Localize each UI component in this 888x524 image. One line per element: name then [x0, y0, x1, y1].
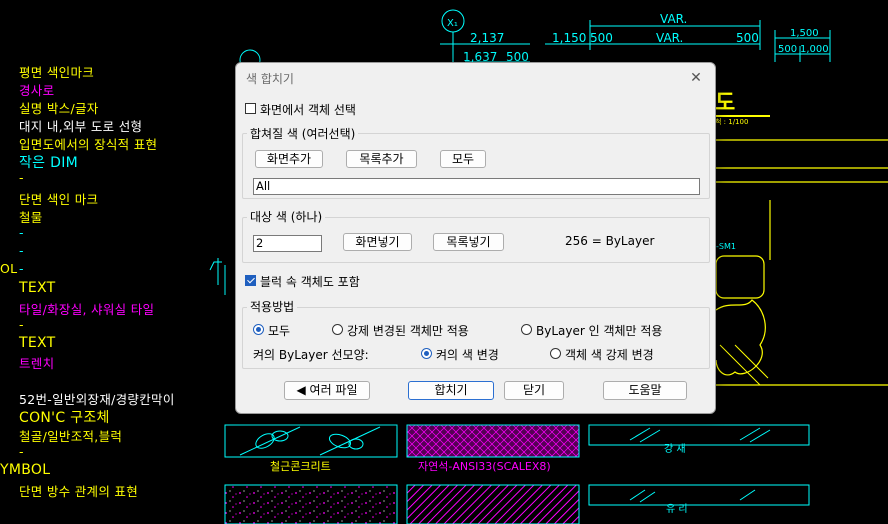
target-color-field[interactable]: 2 [253, 235, 322, 252]
drawing-scale: 척 : 1/100 [715, 118, 748, 126]
apply-all-radio[interactable] [253, 324, 264, 335]
plan-outlines [715, 139, 888, 386]
sm-marker: -SM1 [716, 242, 736, 251]
hatch-label-concrete: 철근콘크리트 [270, 460, 331, 473]
layer-text: 평면 색인마크 [19, 65, 95, 80]
apply-all-label: 모두 [268, 324, 291, 338]
layer-text: 대지 내,외부 도로 선형 [19, 119, 143, 134]
add-from-screen-button[interactable]: 화면추가 [255, 150, 323, 168]
layer-text: 철골/일반조적,블럭 [19, 429, 123, 444]
layer-text: 실명 박스/글자 [19, 101, 99, 116]
layer-text: 철물 [19, 210, 43, 225]
layer-text: - [19, 170, 24, 185]
apply-forced-label: 강제 변경된 객체만 적용 [347, 324, 469, 338]
hatch-label-glass: 유 리 [666, 503, 688, 515]
layer-text-ol: OL [0, 261, 18, 276]
hatch-label-ansi: 자연석-ANSI33(SCALEX8) [418, 460, 551, 473]
close-button[interactable]: 닫기 [504, 381, 564, 400]
dialog-title: 색 합치기 [246, 72, 294, 86]
layer-text-symbol: YMBOL [0, 462, 51, 478]
hatch-samples [224, 424, 810, 524]
hatch-label-steel: 강 재 [664, 443, 686, 455]
layer-text: 단면 방수 관계의 표현 [19, 484, 139, 499]
apply-forced-radio[interactable] [332, 324, 343, 335]
merge-button[interactable]: 합치기 [408, 381, 494, 400]
merge-colors-legend: 합쳐질 색 (여러선택) [247, 125, 359, 142]
include-block-checkbox[interactable] [245, 275, 256, 286]
dim-500b: 500 [590, 31, 613, 45]
apply-bylayer-radio[interactable] [521, 324, 532, 335]
layer-text: TEXT [19, 280, 56, 296]
dim-1000: 1,000 [800, 44, 829, 55]
apply-method-legend: 적용방법 [247, 298, 298, 315]
merge-colors-dialog: 색 합치기 ✕ 화면에서 객체 선택 합쳐질 색 (여러선택) 화면추가 목록추… [235, 62, 716, 414]
put-from-screen-button[interactable]: 화면넣기 [343, 233, 412, 251]
dim-500c: 500 [736, 31, 759, 45]
layer-text: 52번-일반외장재/경량칸막이 [19, 392, 175, 407]
layer-color-label: 켜의 색 변경 [436, 348, 499, 362]
target-color-legend: 대상 색 (하나) [247, 208, 326, 225]
layer-text: 입면도에서의 장식적 표현 [19, 137, 158, 152]
layer-text: - [19, 444, 24, 459]
dim-var1: VAR. [660, 12, 687, 26]
layer-color-radio[interactable] [421, 348, 432, 359]
drawing-title-glyph: 도 [715, 91, 735, 116]
layer-text: 단면 색인 마크 [19, 192, 99, 207]
dim-500d: 500 [778, 44, 797, 55]
layer-text: - [19, 243, 24, 258]
layer-text: 타일/화장실, 샤워실 타일 [19, 302, 155, 317]
bylayer-info: 256 = ByLayer [565, 234, 655, 248]
layer-text: - [19, 317, 24, 332]
layer-text: - [19, 225, 24, 240]
merge-colors-field[interactable]: All [253, 178, 700, 195]
layer-text: TEXT [19, 335, 56, 351]
add-from-list-button[interactable]: 목록추가 [346, 150, 417, 168]
grid-marker-x1: X₁ [447, 18, 458, 29]
include-block-label: 블럭 속 객체도 포함 [260, 275, 360, 289]
put-from-list-button[interactable]: 목록넣기 [433, 233, 504, 251]
force-object-color-radio[interactable] [550, 348, 561, 359]
help-button[interactable]: 도움말 [603, 381, 687, 400]
layer-text: 트렌치 [19, 356, 55, 371]
apply-bylayer-label: ByLayer 인 객체만 적용 [536, 324, 663, 338]
select-on-screen-label: 화면에서 객체 선택 [260, 103, 356, 117]
layer-text: CON'C 구조체 [19, 410, 110, 426]
multi-file-button[interactable]: ◀ 여러 파일 [284, 381, 370, 400]
dim-1500: 1,500 [790, 28, 819, 39]
layer-text: - [19, 261, 24, 276]
dim-1150: 1,150 [552, 31, 586, 45]
layer-text: 작은 DIM [19, 155, 78, 171]
select-all-button[interactable]: 모두 [440, 150, 486, 168]
layer-text: 경사로 [19, 83, 55, 98]
select-on-screen-checkbox[interactable] [245, 103, 256, 114]
force-object-color-label: 객체 색 강제 변경 [565, 348, 654, 362]
dim-2137: 2,137 [470, 31, 504, 45]
close-icon[interactable]: ✕ [685, 67, 707, 89]
dim-var2: VAR. [656, 31, 683, 45]
line-type-label: 켜의 ByLayer 선모양: [253, 348, 369, 362]
